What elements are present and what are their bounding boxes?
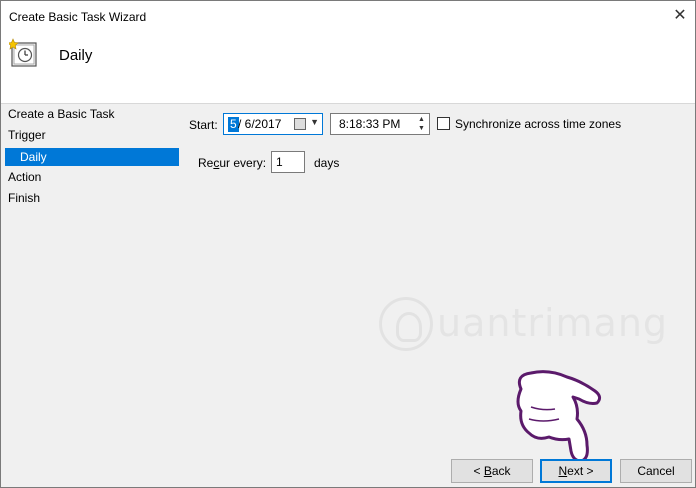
recur-every-label: Recur every:	[198, 156, 267, 170]
start-time-value[interactable]: 8:18:33 PM	[339, 117, 400, 132]
title-bar: Create Basic Task Wizard ✕	[1, 1, 695, 32]
watermark-logo: uantrimang	[379, 295, 669, 355]
chevron-down-icon[interactable]: ▼	[310, 117, 319, 127]
recur-every-input[interactable]: 1	[271, 151, 305, 173]
spin-up-icon[interactable]: ▲	[415, 115, 428, 124]
start-date-picker[interactable]: 5 / 6/2017 ▼	[223, 113, 323, 135]
window-title: Create Basic Task Wizard	[9, 10, 147, 24]
cancel-button[interactable]: Cancel	[620, 459, 692, 483]
step-create-basic-task: Create a Basic Task	[8, 107, 115, 121]
wizard-header: Daily	[1, 32, 695, 104]
daily-settings: Start: 5 / 6/2017 ▼ 8:18:33 PM ▲ ▼ Synch…	[187, 107, 687, 407]
close-icon[interactable]: ✕	[665, 1, 695, 31]
sync-timezones-label[interactable]: Synchronize across time zones	[455, 117, 621, 131]
next-button[interactable]: Next >	[540, 459, 612, 483]
step-trigger: Trigger	[8, 128, 46, 142]
lightbulb-icon	[379, 297, 433, 351]
wizard-window: Create Basic Task Wizard ✕ Daily Create …	[0, 0, 696, 488]
back-button[interactable]: < Back	[451, 459, 533, 483]
start-label: Start:	[189, 118, 218, 132]
start-time-field[interactable]: 8:18:33 PM ▲ ▼	[330, 113, 430, 135]
recur-every-value[interactable]: 1	[276, 155, 283, 170]
sync-timezones-checkbox[interactable]	[437, 117, 450, 130]
step-action: Action	[8, 170, 42, 184]
page-title: Daily	[59, 47, 93, 64]
wizard-steps: Create a Basic Task Trigger Daily Action…	[1, 105, 181, 445]
clock-task-icon	[9, 38, 37, 67]
date-rest[interactable]: / 6/2017	[238, 117, 281, 132]
step-daily-selected: Daily	[5, 148, 179, 166]
calendar-icon[interactable]	[294, 118, 306, 130]
step-finish: Finish	[8, 191, 41, 205]
time-spinner[interactable]: ▲ ▼	[415, 115, 428, 133]
watermark-text: uantrimang	[437, 301, 669, 345]
recur-unit-label: days	[314, 156, 340, 170]
pointing-hand-icon	[516, 370, 602, 463]
spin-down-icon[interactable]: ▼	[415, 124, 428, 133]
